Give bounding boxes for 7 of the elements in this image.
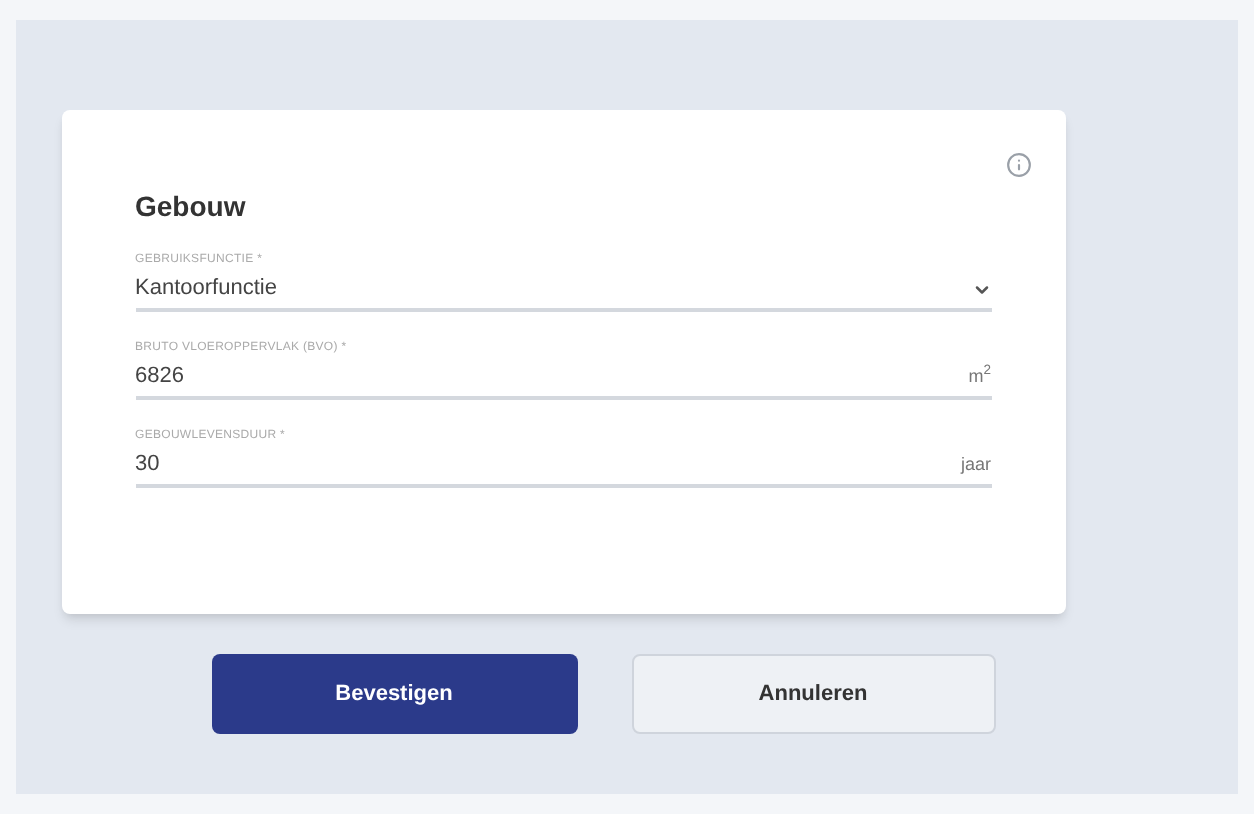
input-field[interactable]: 6826 m$^{2}$ bbox=[135, 358, 991, 400]
info-icon[interactable] bbox=[1005, 152, 1031, 178]
confirm-button[interactable]: Bevestigen bbox=[211, 654, 577, 734]
card-title: Gebouw bbox=[135, 188, 248, 226]
cancel-button[interactable]: Annuleren bbox=[631, 654, 995, 734]
input-field[interactable]: 30 jaar bbox=[135, 446, 991, 488]
select-field[interactable]: Kantoorfunctie bbox=[135, 270, 991, 312]
